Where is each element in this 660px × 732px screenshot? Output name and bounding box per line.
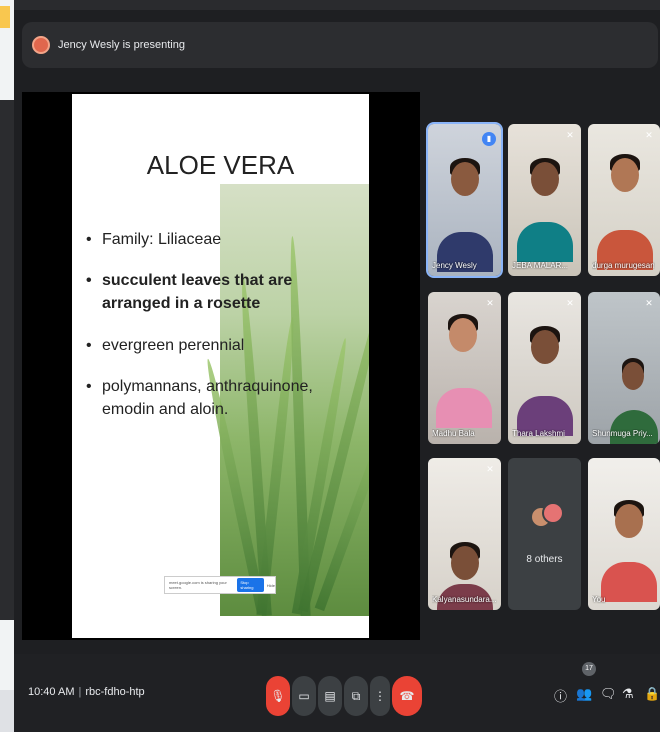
info-icon: ⓘ: [554, 689, 568, 704]
mic-toggle-button[interactable]: 🎙: [266, 676, 290, 716]
presenting-banner: Jency Wesly is presenting: [22, 22, 658, 68]
presentation-stage[interactable]: ALOE VERA Family: Liliaceae succulent le…: [22, 92, 420, 640]
participant-count-badge: 17: [582, 662, 596, 676]
presenting-title: Jency Wesly is presenting: [58, 39, 185, 51]
self-view-tile[interactable]: You: [588, 458, 660, 610]
meeting-control-bar: 10:40 AM | rbc-fdho-htp 🎙 ▭ ▤ ⧉ ⋮ ☎ ⓘ 👥 17…: [14, 654, 660, 732]
presenter-avatar-icon: [32, 36, 50, 54]
speaking-indicator-icon: ▮: [482, 132, 496, 146]
camera-toggle-button[interactable]: ▭: [292, 676, 316, 716]
participant-name: JEBA MALAR...: [512, 261, 569, 270]
host-controls-button[interactable]: 🔒: [644, 686, 660, 702]
background-tab-highlight: [0, 6, 10, 28]
slide-bullet: polymannans, anthraquinone, emodin and a…: [84, 375, 354, 421]
chat-icon: 🗨: [600, 686, 617, 701]
window-top-band: [14, 0, 660, 10]
screen-share-bar: meet.google.com is sharing your screen. …: [164, 576, 276, 594]
shared-slide: ALOE VERA Family: Liliaceae succulent le…: [72, 94, 369, 638]
participant-tile[interactable]: ✕ Kalyanasundara...: [428, 458, 501, 610]
more-vert-icon: ⋮: [374, 689, 386, 703]
participant-tile[interactable]: ✕ JEBA MALAR...: [508, 124, 581, 276]
participant-tile[interactable]: ▮ Jency Wesly: [426, 122, 503, 278]
participant-name: You: [592, 595, 606, 604]
camera-icon: ▭: [298, 689, 310, 703]
participant-name: Jency Wesly: [432, 261, 477, 270]
participant-tile[interactable]: ✕ Thara Lakshmi: [508, 292, 581, 444]
mic-off-icon: ✕: [486, 464, 494, 474]
others-count-label: 8 others: [526, 554, 563, 565]
more-options-button[interactable]: ⋮: [370, 676, 390, 716]
participant-tile[interactable]: ✕ durga murugesan: [588, 124, 660, 276]
lock-person-icon: 🔒: [644, 686, 660, 701]
slide-bullet: Family: Liliaceae: [84, 228, 354, 251]
captions-button[interactable]: ▤: [318, 676, 342, 716]
chat-button[interactable]: 🗨: [600, 686, 617, 702]
slide-heading: ALOE VERA: [146, 150, 295, 180]
participant-tile[interactable]: ✕ Shunmuga Priy...: [588, 292, 660, 444]
slide-bullet: evergreen perennial: [84, 334, 354, 357]
meeting-info: 10:40 AM | rbc-fdho-htp: [28, 686, 145, 698]
mic-off-icon: ✕: [486, 298, 494, 308]
meeting-code: rbc-fdho-htp: [85, 686, 145, 698]
hang-up-icon: ☎: [399, 689, 415, 703]
background-footer: [0, 690, 14, 732]
others-avatar-stack: [530, 502, 564, 528]
participant-name: Shunmuga Priy...: [592, 429, 653, 438]
background-window-edge: [0, 0, 14, 732]
captions-icon: ▤: [324, 689, 336, 703]
share-bar-text: meet.google.com is sharing your screen.: [169, 580, 227, 590]
participant-name: Kalyanasundara...: [432, 595, 497, 604]
participant-name: Madhu Bala: [432, 429, 475, 438]
present-screen-icon: ⧉: [351, 689, 361, 703]
people-icon: 👥: [576, 686, 593, 701]
participant-name: durga murugesan: [592, 261, 655, 270]
participant-name: Thara Lakshmi: [512, 429, 565, 438]
background-panel: [0, 100, 14, 620]
mic-off-icon: ✕: [566, 298, 574, 308]
stop-sharing-button[interactable]: Stop sharing: [237, 578, 264, 592]
slide-bullet: succulent leaves that are arranged in a …: [84, 269, 354, 315]
meeting-time: 10:40 AM: [28, 686, 75, 698]
activities-icon: ⚗: [622, 686, 634, 701]
people-button[interactable]: 👥: [576, 686, 592, 702]
slide-bullet-list: Family: Liliaceae succulent leaves that …: [84, 228, 354, 439]
mic-off-icon: ✕: [645, 298, 653, 308]
mic-off-icon: ✕: [645, 130, 653, 140]
participant-tile[interactable]: ✕ Madhu Bala: [428, 292, 501, 444]
present-button[interactable]: ⧉: [344, 676, 368, 716]
leave-call-button[interactable]: ☎: [392, 676, 422, 716]
mic-off-icon: 🎙: [270, 689, 286, 703]
activities-button[interactable]: ⚗: [622, 686, 634, 702]
others-tile[interactable]: 8 others: [508, 458, 581, 610]
hide-share-bar-button[interactable]: Hide: [267, 583, 275, 588]
mic-off-icon: ✕: [566, 130, 574, 140]
meeting-details-button[interactable]: ⓘ: [554, 686, 567, 705]
